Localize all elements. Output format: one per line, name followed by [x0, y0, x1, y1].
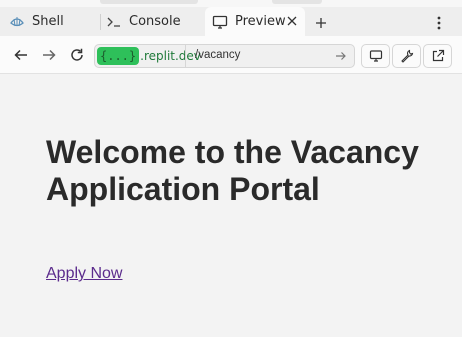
plus-icon: [316, 18, 326, 28]
tab-strip-top: [0, 0, 462, 7]
url-divider: [185, 45, 186, 67]
apply-now-link[interactable]: Apply Now: [46, 265, 122, 283]
forward-button[interactable]: [40, 46, 58, 64]
external-link-icon: [432, 49, 444, 62]
domain-text: .replit.dev: [140, 49, 201, 63]
tab-label: Preview: [235, 14, 286, 29]
kebab-icon: [437, 16, 441, 30]
close-icon[interactable]: [285, 14, 299, 28]
reload-icon: [71, 48, 83, 61]
go-arrow-icon[interactable]: [334, 49, 348, 63]
monitor-icon: [369, 50, 382, 62]
tab-preview[interactable]: Preview: [205, 7, 305, 36]
page-heading: Welcome to the Vacancy Application Porta…: [46, 134, 419, 207]
preview-content: Welcome to the Vacancy Application Porta…: [0, 75, 462, 337]
tab-bar: Shell Console Preview: [0, 0, 462, 36]
open-new-window-button[interactable]: [423, 44, 452, 68]
back-button[interactable]: [12, 46, 30, 64]
tab-label: Shell: [32, 14, 64, 29]
tab-console[interactable]: Console: [105, 7, 205, 36]
tab-strip-segment: [272, 0, 322, 4]
tab-strip-segment: [100, 0, 198, 4]
reload-button[interactable]: [68, 46, 86, 64]
domain-badge: {...}: [97, 47, 140, 65]
wrench-icon: [400, 49, 413, 63]
monitor-icon: [211, 13, 229, 31]
shell-icon: [8, 13, 26, 31]
tab-label: Console: [129, 14, 181, 29]
arrow-right-icon: [43, 49, 56, 61]
tab-shell[interactable]: Shell: [8, 7, 98, 36]
address-bar[interactable]: {...} .replit.dev /vacancy: [94, 44, 355, 68]
devtools-button[interactable]: [392, 44, 421, 68]
arrow-left-icon: [14, 49, 27, 61]
more-options-button[interactable]: [430, 14, 448, 32]
new-tab-button[interactable]: [312, 14, 330, 32]
terminal-icon: [105, 13, 123, 31]
device-preview-button[interactable]: [361, 44, 390, 68]
url-path-input[interactable]: /vacancy: [195, 49, 240, 61]
tab-divider: [100, 14, 101, 30]
